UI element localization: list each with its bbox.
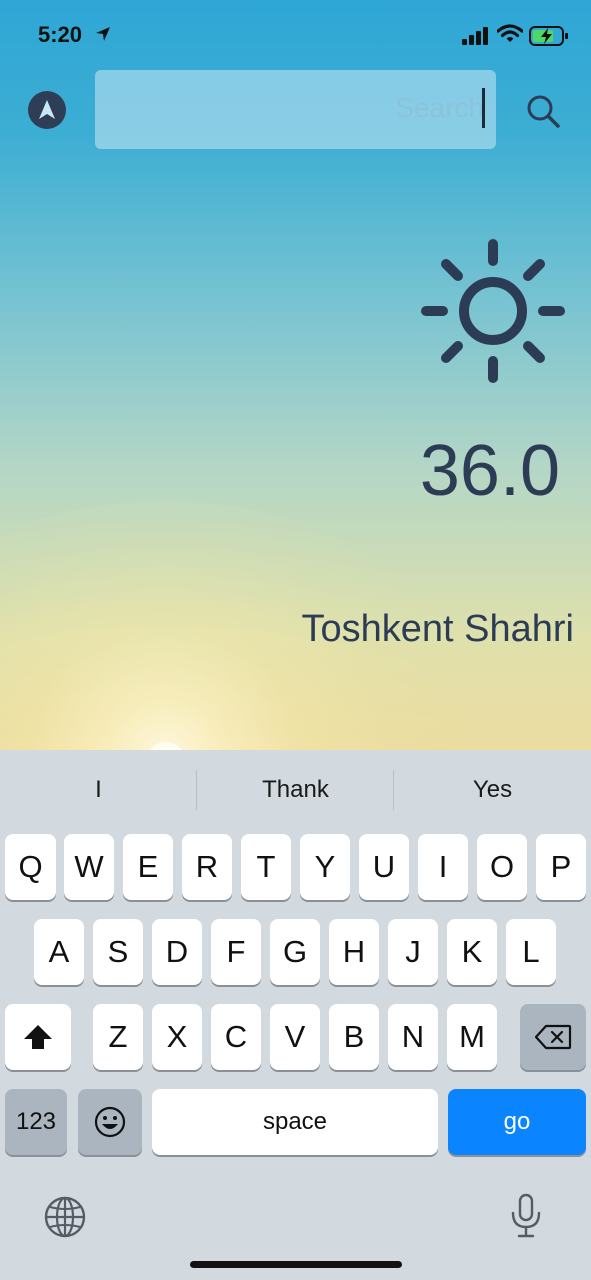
battery-charging-icon — [529, 26, 568, 46]
key-p[interactable]: P — [536, 834, 586, 900]
backspace-icon — [534, 1024, 572, 1050]
key-o[interactable]: O — [477, 834, 527, 900]
shift-arrow-icon — [24, 1025, 52, 1049]
sun-icon — [421, 239, 565, 383]
key-c[interactable]: C — [211, 1004, 261, 1070]
suggestion-1[interactable]: I — [0, 776, 197, 806]
temperature-value: 36.0 — [419, 431, 560, 511]
key-b[interactable]: B — [329, 1004, 379, 1070]
status-bar: 5:20 — [0, 0, 591, 70]
home-indicator — [190, 1261, 402, 1268]
navigation-arrow-icon — [39, 100, 55, 119]
key-n[interactable]: N — [388, 1004, 438, 1070]
emoji-icon — [94, 1106, 126, 1138]
wifi-icon — [497, 24, 523, 42]
text-cursor — [482, 88, 485, 128]
current-location-button[interactable] — [28, 91, 66, 129]
globe-icon[interactable] — [43, 1195, 87, 1239]
key-y[interactable]: Y — [300, 834, 350, 900]
key-g[interactable]: G — [270, 919, 320, 985]
key-l[interactable]: L — [506, 919, 556, 985]
key-m[interactable]: M — [447, 1004, 497, 1070]
space-key[interactable]: space — [152, 1089, 438, 1155]
key-v[interactable]: V — [270, 1004, 320, 1070]
city-name: Toshkent Shahri — [301, 608, 575, 650]
key-f[interactable]: F — [211, 919, 261, 985]
numbers-key[interactable]: 123 — [5, 1089, 67, 1155]
search-input[interactable]: Search — [95, 70, 496, 149]
key-s[interactable]: S — [93, 919, 143, 985]
key-j[interactable]: J — [388, 919, 438, 985]
key-r[interactable]: R — [182, 834, 232, 900]
key-i[interactable]: I — [418, 834, 468, 900]
key-a[interactable]: A — [34, 919, 84, 985]
key-z[interactable]: Z — [93, 1004, 143, 1070]
key-q[interactable]: Q — [5, 834, 56, 900]
key-w[interactable]: W — [64, 834, 114, 900]
status-time: 5:20 — [38, 22, 83, 47]
microphone-icon[interactable] — [509, 1193, 543, 1239]
key-x[interactable]: X — [152, 1004, 202, 1070]
backspace-key[interactable] — [520, 1004, 586, 1070]
suggestion-3[interactable]: Yes — [394, 776, 591, 806]
key-k[interactable]: K — [447, 919, 497, 985]
on-screen-keyboard: I Thank Yes Q W E R T Y U I O P A S D F … — [0, 750, 591, 1280]
search-placeholder: Search — [395, 92, 484, 123]
location-arrow-icon — [96, 27, 110, 41]
key-e[interactable]: E — [123, 834, 173, 900]
go-key[interactable]: go — [448, 1089, 586, 1155]
suggestion-2[interactable]: Thank — [197, 776, 394, 806]
key-d[interactable]: D — [152, 919, 202, 985]
emoji-key[interactable] — [78, 1089, 142, 1155]
key-u[interactable]: U — [359, 834, 409, 900]
search-icon[interactable] — [524, 92, 564, 132]
shift-key[interactable] — [5, 1004, 71, 1070]
key-t[interactable]: T — [241, 834, 291, 900]
key-h[interactable]: H — [329, 919, 379, 985]
cellular-signal-icon — [462, 27, 488, 45]
